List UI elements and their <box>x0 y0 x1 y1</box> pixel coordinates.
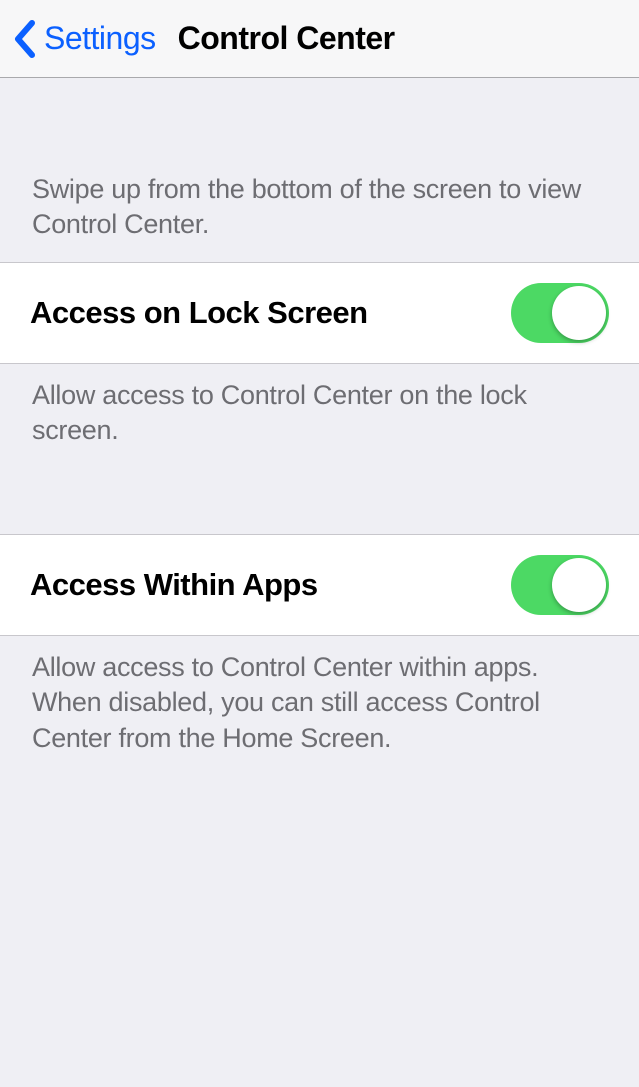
within-apps-row: Access Within Apps <box>0 534 639 636</box>
lock-screen-label: Access on Lock Screen <box>30 295 368 331</box>
page-title: Control Center <box>178 20 395 57</box>
within-apps-label: Access Within Apps <box>30 567 318 603</box>
back-button[interactable]: Settings <box>12 19 156 59</box>
chevron-left-icon <box>12 19 36 59</box>
toggle-knob <box>552 558 606 612</box>
navigation-bar: Settings Control Center <box>0 0 639 78</box>
intro-text: Swipe up from the bottom of the screen t… <box>0 78 639 262</box>
lock-screen-toggle[interactable] <box>511 283 609 343</box>
toggle-knob <box>552 286 606 340</box>
back-label: Settings <box>44 20 156 57</box>
within-apps-toggle[interactable] <box>511 555 609 615</box>
lock-screen-footer: Allow access to Control Center on the lo… <box>0 364 639 468</box>
within-apps-footer: Allow access to Control Center within ap… <box>0 636 639 775</box>
lock-screen-row: Access on Lock Screen <box>0 262 639 364</box>
